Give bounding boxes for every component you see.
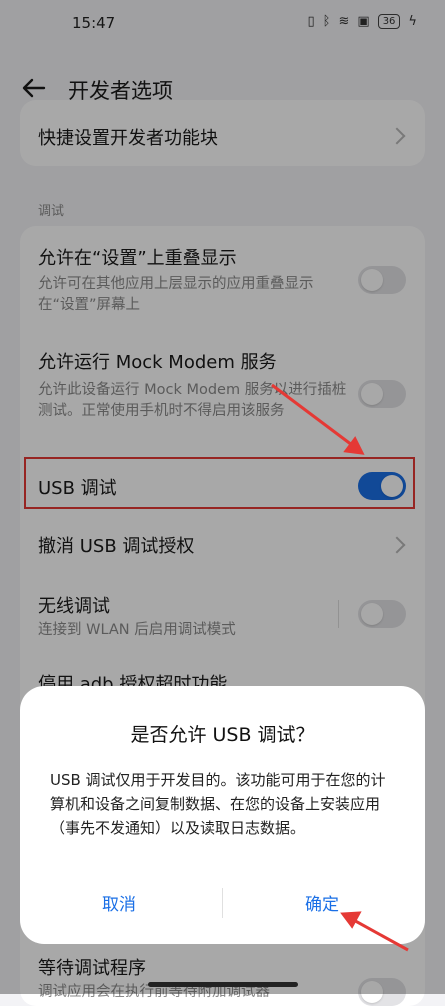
- annotation-arrow-icon: [340, 911, 409, 952]
- annotation-arrow-icon: [271, 383, 365, 455]
- home-indicator[interactable]: [148, 982, 298, 987]
- annotation-arrows: [271, 383, 409, 952]
